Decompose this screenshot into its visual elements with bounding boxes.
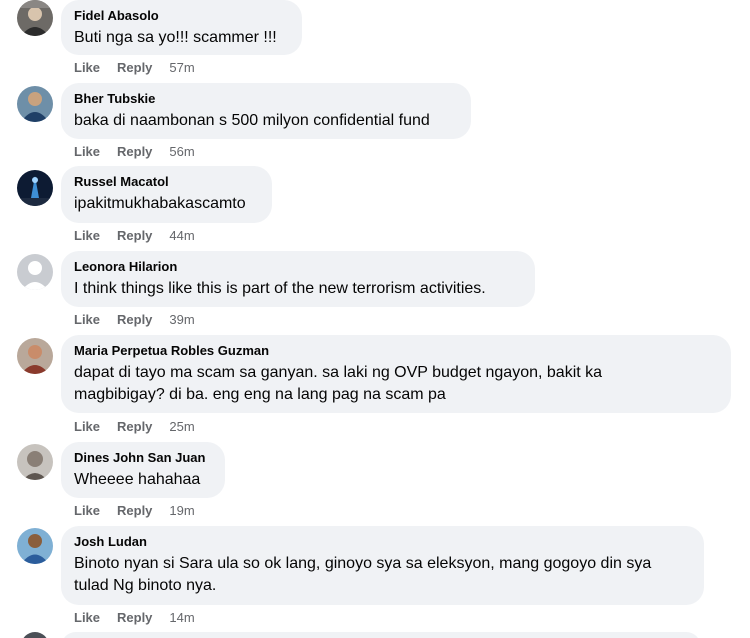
comment-text: Binoto nyan si Sara ula so ok lang, gino… — [74, 555, 652, 572]
user-photo-avatar-icon — [17, 86, 53, 122]
comment-author[interactable]: Leonora Hilarion — [74, 259, 522, 275]
like-button[interactable]: Like — [74, 419, 100, 435]
reply-button[interactable]: Reply — [117, 610, 152, 626]
avatar[interactable] — [21, 632, 49, 638]
comment-bubble: Josh Ludan Binoto nyan si Sara ula so ok… — [61, 526, 704, 605]
comment-actions: Like Reply 39m — [74, 312, 195, 328]
comment-actions: Like Reply 56m — [74, 144, 195, 160]
comment-actions: Like Reply 14m — [74, 610, 195, 626]
comment-text: Buti nga sa yo!!! scammer !!! — [74, 29, 277, 46]
like-button[interactable]: Like — [74, 144, 100, 160]
reply-button[interactable]: Reply — [117, 419, 152, 435]
comment-text: dapat di tayo ma scam sa ganyan. sa laki… — [74, 364, 603, 381]
comment-author[interactable]: Russel Macatol — [74, 174, 259, 190]
comment-bubble: Fidel Abasolo Buti nga sa yo!!! scammer … — [61, 0, 302, 55]
comment-timestamp[interactable]: 39m — [169, 312, 194, 328]
avatar[interactable] — [17, 86, 53, 122]
comment-timestamp[interactable]: 57m — [169, 60, 194, 76]
comment-text: baka di naambonan s 500 milyon confident… — [74, 112, 430, 129]
comment-author[interactable]: Maria Perpetua Robles Guzman — [74, 343, 718, 359]
comment-text-continued: magbibigay? di ba. eng eng na lang pag n… — [74, 386, 446, 403]
like-button[interactable]: Like — [74, 503, 100, 519]
comment-timestamp[interactable]: 14m — [169, 610, 194, 626]
comment-text: I think things like this is part of the … — [74, 280, 486, 297]
user-photo-avatar-icon — [17, 528, 53, 564]
comment-bubble: Leonora Hilarion I think things like thi… — [61, 251, 535, 307]
comment-bubble: Dines John San Juan Wheeee hahahaa — [61, 442, 225, 498]
comment-text: Wheeee hahahaa — [74, 471, 201, 488]
comment-bubble: Bher Tubskie baka di naambonan s 500 mil… — [61, 83, 471, 139]
reply-button[interactable]: Reply — [117, 312, 152, 328]
like-button[interactable]: Like — [74, 312, 100, 328]
avatar[interactable] — [17, 444, 53, 480]
reply-button[interactable]: Reply — [117, 60, 152, 76]
comment-text: ipakitmukhabakascamto — [74, 195, 246, 212]
comment-timestamp[interactable]: 56m — [169, 144, 194, 160]
user-photo-avatar-icon — [17, 0, 53, 36]
like-button[interactable]: Like — [74, 610, 100, 626]
reply-button[interactable]: Reply — [117, 228, 152, 244]
comment-actions: Like Reply 44m — [74, 228, 195, 244]
comment-actions: Like Reply 57m — [74, 60, 195, 76]
reply-button[interactable]: Reply — [117, 503, 152, 519]
comment-author[interactable]: Josh Ludan — [74, 534, 691, 550]
comment-bubble — [61, 632, 701, 638]
avatar[interactable] — [17, 528, 53, 564]
comment-author[interactable]: Bher Tubskie — [74, 91, 458, 107]
comment-actions: Like Reply 25m — [74, 419, 195, 435]
night-lights-avatar-icon — [17, 170, 53, 206]
comment-list: Fidel Abasolo Buti nga sa yo!!! scammer … — [0, 0, 750, 638]
avatar[interactable] — [17, 0, 53, 36]
user-photo-avatar-icon — [17, 338, 53, 374]
avatar[interactable] — [17, 338, 53, 374]
comment-bubble: Russel Macatol ipakitmukhabakascamto — [61, 166, 272, 223]
like-button[interactable]: Like — [74, 60, 100, 76]
reply-button[interactable]: Reply — [117, 144, 152, 160]
comment-timestamp[interactable]: 25m — [169, 419, 194, 435]
comment-author[interactable]: Dines John San Juan — [74, 450, 212, 466]
avatar[interactable] — [17, 254, 53, 290]
user-photo-avatar-icon — [17, 444, 53, 480]
avatar[interactable] — [17, 170, 53, 206]
comment-timestamp[interactable]: 44m — [169, 228, 194, 244]
comment-timestamp[interactable]: 19m — [169, 503, 194, 519]
default-silhouette-avatar-icon — [17, 254, 53, 290]
comment-author[interactable]: Fidel Abasolo — [74, 8, 289, 24]
comment-actions: Like Reply 19m — [74, 503, 195, 519]
comment-bubble: Maria Perpetua Robles Guzman dapat di ta… — [61, 335, 731, 413]
like-button[interactable]: Like — [74, 228, 100, 244]
comment-text-continued: tulad Ng binoto nya. — [74, 577, 217, 594]
